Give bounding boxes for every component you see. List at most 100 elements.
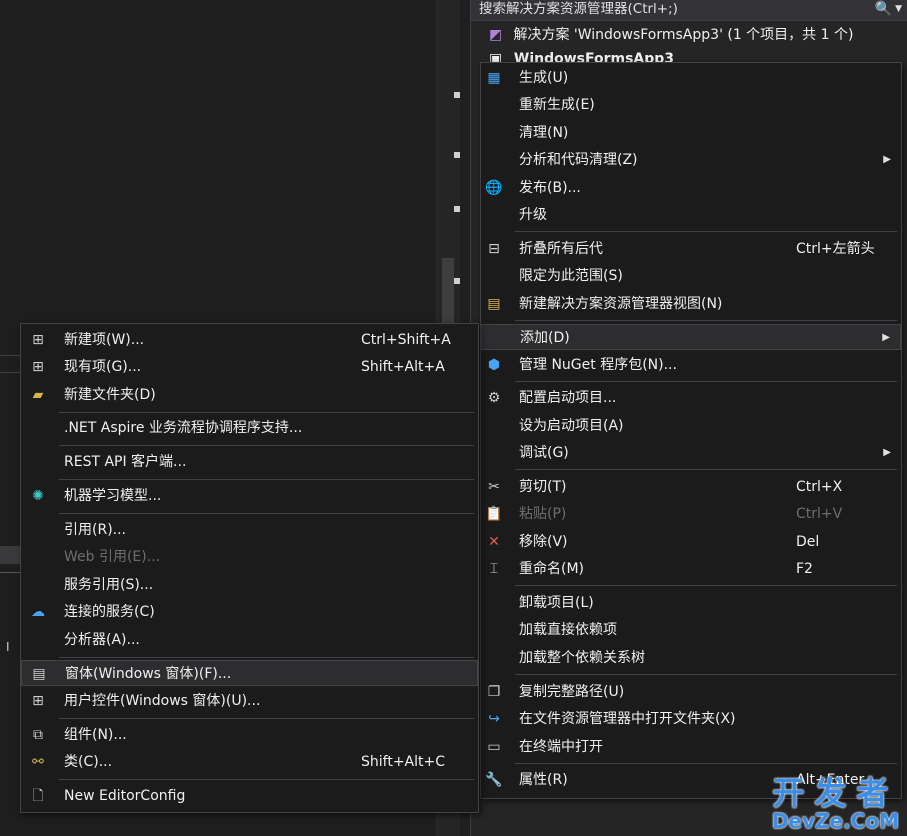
terminal-icon: ▭: [487, 739, 501, 755]
solution-search-input[interactable]: 搜索解决方案资源管理器(Ctrl+;) 🔍 ▼: [471, 0, 907, 21]
paste-icon: 📋: [485, 506, 503, 522]
submenu-item-existing-item[interactable]: ⊞ 现有项(G)... Shift+Alt+A: [21, 354, 478, 380]
menu-separator: [515, 320, 897, 321]
submenu-item-new-folder[interactable]: ▰ 新建文件夹(D): [21, 382, 478, 408]
menu-item-load-dep-tree[interactable]: 加载整个依赖关系树: [481, 645, 901, 671]
publish-globe-icon: 🌐: [485, 180, 503, 196]
menu-item-label: 机器学习模型...: [64, 488, 162, 504]
form-icon: ▤: [32, 666, 46, 682]
menu-item-label: 生成(U): [519, 70, 569, 86]
menu-item-label: 设为启动项目(A): [519, 418, 624, 434]
menu-separator: [59, 445, 474, 446]
menu-item-label: 窗体(Windows 窗体)(F)...: [65, 666, 232, 682]
add-submenu: ⊞ 新建项(W)... Ctrl+Shift+A ⊞ 现有项(G)... Shi…: [20, 323, 479, 813]
project-icon: ▣: [489, 51, 503, 62]
submenu-item-ml-model[interactable]: ✺ 机器学习模型...: [21, 483, 478, 509]
menu-item-analyze[interactable]: 分析和代码清理(Z) ▶: [481, 147, 901, 173]
menu-item-open-terminal[interactable]: ▭ 在终端中打开: [481, 734, 901, 760]
menu-item-shortcut: Ctrl+V: [796, 506, 843, 522]
submenu-item-windows-form[interactable]: ▤ 窗体(Windows 窗体)(F)...: [21, 660, 478, 686]
new-view-icon: ▤: [487, 296, 501, 312]
menu-item-paste: 📋 粘贴(P) Ctrl+V: [481, 501, 901, 527]
submenu-item-analyzer[interactable]: 分析器(A)...: [21, 627, 478, 653]
menu-separator: [515, 585, 897, 586]
menu-item-new-view[interactable]: ▤ 新建解决方案资源管理器视图(N): [481, 291, 901, 317]
menu-item-set-startup[interactable]: 设为启动项目(A): [481, 413, 901, 439]
menu-separator: [59, 412, 474, 413]
menu-item-configure-startup[interactable]: ⚙ 配置启动项目...: [481, 385, 901, 411]
submenu-arrow-icon: ▶: [883, 154, 891, 165]
menu-item-label: 新建文件夹(D): [64, 387, 156, 403]
search-icon[interactable]: 🔍: [875, 0, 892, 19]
submenu-item-component[interactable]: ⧉ 组件(N)...: [21, 722, 478, 748]
menu-item-upgrade[interactable]: 升级: [481, 202, 901, 228]
menu-item-label: 重新生成(E): [519, 97, 595, 113]
menu-item-label: 类(C)...: [64, 754, 113, 770]
chevron-down-icon[interactable]: ▼: [895, 0, 902, 19]
menu-item-rename[interactable]: ⌶ 重命名(M) F2: [481, 556, 901, 582]
menu-item-clean[interactable]: 清理(N): [481, 120, 901, 146]
menu-item-label: 加载整个依赖关系树: [519, 650, 645, 666]
menu-item-label: 用户控件(Windows 窗体)(U)...: [64, 693, 261, 709]
menu-item-label: 移除(V): [519, 534, 568, 550]
menu-item-label: 复制完整路径(U): [519, 684, 625, 700]
submenu-item-connected-service[interactable]: ☁ 连接的服务(C): [21, 599, 478, 625]
menu-item-shortcut: Ctrl+X: [796, 479, 843, 495]
menu-item-label: 服务引用(S)...: [64, 577, 154, 593]
submenu-item-reference[interactable]: 引用(R)...: [21, 517, 478, 543]
submenu-item-class[interactable]: ⚯ 类(C)... Shift+Alt+C: [21, 749, 478, 775]
menu-item-label: 分析器(A)...: [64, 632, 140, 648]
submenu-arrow-icon: ▶: [882, 332, 890, 343]
line-char: I: [6, 640, 10, 654]
menu-item-rebuild[interactable]: 重新生成(E): [481, 92, 901, 118]
connected-service-icon: ☁: [31, 604, 45, 620]
menu-item-copy-path[interactable]: ❐ 复制完整路径(U): [481, 679, 901, 705]
panel-tab[interactable]: [0, 546, 20, 564]
scroll-marker: [454, 92, 460, 98]
menu-separator: [59, 513, 474, 514]
menu-item-label: 引用(R)...: [64, 522, 127, 538]
submenu-item-service-reference[interactable]: 服务引用(S)...: [21, 572, 478, 598]
menu-separator: [515, 674, 897, 675]
menu-item-shortcut: Del: [796, 534, 820, 550]
submenu-item-new-item[interactable]: ⊞ 新建项(W)... Ctrl+Shift+A: [21, 327, 478, 353]
menu-item-debug[interactable]: 调试(G) ▶: [481, 440, 901, 466]
menu-item-label: 在终端中打开: [519, 739, 603, 755]
menu-item-label: 加载直接依赖项: [519, 622, 617, 638]
menu-item-cut[interactable]: ✂ 剪切(T) Ctrl+X: [481, 474, 901, 500]
menu-item-label: 限定为此范围(S): [519, 268, 623, 284]
menu-item-remove[interactable]: ✕ 移除(V) Del: [481, 529, 901, 555]
menu-item-label: 升级: [519, 207, 547, 223]
submenu-item-rest-api[interactable]: REST API 客户端...: [21, 449, 478, 475]
menu-item-nuget[interactable]: ⬢ 管理 NuGet 程序包(N)...: [481, 352, 901, 378]
submenu-item-user-control[interactable]: ⊞ 用户控件(Windows 窗体)(U)...: [21, 688, 478, 714]
menu-item-label: 连接的服务(C): [64, 604, 155, 620]
menu-item-label: 发布(B)...: [519, 180, 581, 196]
menu-item-collapse-all[interactable]: ⊟ 折叠所有后代 Ctrl+左箭头: [481, 236, 901, 262]
divider: [0, 372, 20, 373]
menu-item-shortcut: Ctrl+Shift+A: [361, 332, 451, 348]
menu-item-load-direct-deps[interactable]: 加载直接依赖项: [481, 617, 901, 643]
project-node[interactable]: ▣ WindowsFormsApp3: [489, 48, 674, 62]
solution-node[interactable]: ◩ 解决方案 'WindowsFormsApp3' (1 个项目，共 1 个): [489, 24, 853, 46]
menu-item-scope[interactable]: 限定为此范围(S): [481, 263, 901, 289]
menu-item-open-folder[interactable]: ↪ 在文件资源管理器中打开文件夹(X): [481, 706, 901, 732]
scroll-marker: [454, 278, 460, 284]
user-control-icon: ⊞: [32, 693, 44, 709]
menu-item-label: 卸载项目(L): [519, 595, 594, 611]
class-icon: ⚯: [32, 754, 44, 770]
existing-item-icon: ⊞: [32, 359, 44, 375]
menu-item-publish[interactable]: 🌐 发布(B)...: [481, 175, 901, 201]
menu-separator: [59, 779, 474, 780]
watermark-logo: 开发者 DevZe.CoM: [772, 776, 899, 832]
menu-item-unload[interactable]: 卸载项目(L): [481, 590, 901, 616]
submenu-item-editorconfig[interactable]: 🗋 New EditorConfig: [21, 783, 478, 809]
menu-item-build[interactable]: ▦ 生成(U): [481, 65, 901, 91]
copy-icon: ❐: [487, 684, 501, 700]
menu-separator: [59, 657, 474, 658]
menu-item-label: 分析和代码清理(Z): [519, 152, 638, 168]
submenu-item-aspire[interactable]: .NET Aspire 业务流程协调程序支持...: [21, 415, 478, 441]
menu-item-add[interactable]: 添加(D) ▶: [481, 324, 901, 350]
rename-icon: ⌶: [489, 561, 499, 577]
menu-item-label: 组件(N)...: [64, 727, 127, 743]
